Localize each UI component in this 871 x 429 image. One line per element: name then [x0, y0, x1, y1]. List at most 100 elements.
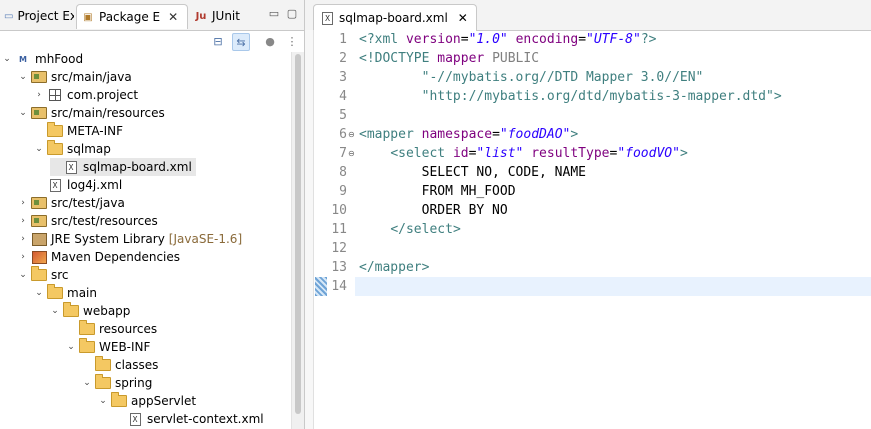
project-tree: ⌄ MmhFood ⌄ src/main/java › com.project ⌄ src/m…: [0, 50, 304, 429]
editor-tab-sqlmap-board[interactable]: X sqlmap-board.xml ✕: [313, 4, 477, 31]
tree-node-label: log4j.xml: [67, 178, 123, 192]
tree-scrollbar[interactable]: [291, 52, 304, 429]
tab-package-explorer[interactable]: ▣ Package E ✕: [76, 4, 188, 29]
focus-icon[interactable]: ●: [262, 33, 278, 49]
tree-node[interactable]: Xsqlmap-board.xml: [50, 158, 196, 176]
tree-node[interactable]: ⌄ main: [34, 284, 97, 302]
line-number: 5: [339, 108, 347, 123]
tree-node[interactable]: ⌄ src/main/resources: [18, 104, 165, 122]
source-folder-icon: [31, 70, 47, 84]
fold-toggle-icon[interactable]: ⊖: [348, 130, 355, 139]
chevron-down-icon[interactable]: ⌄: [98, 396, 108, 406]
tree-node[interactable]: ⌄ sqlmap: [34, 140, 111, 158]
tree-node[interactable]: › JRE System Library [JavaSE-1.6]: [18, 230, 242, 248]
collapse-all-icon[interactable]: ⊟: [210, 33, 226, 49]
chevron-right-icon[interactable]: ›: [34, 90, 44, 100]
chevron-down-icon[interactable]: ⌄: [18, 108, 28, 118]
line-number: 3: [339, 70, 347, 85]
folder-icon: [95, 374, 111, 390]
source-folder-icon: [31, 106, 47, 120]
tree-node[interactable]: resources: [66, 320, 157, 338]
tree-node[interactable]: › com.project: [34, 86, 138, 104]
source-folder-icon: [31, 214, 47, 228]
chevron-down-icon[interactable]: ⌄: [18, 72, 28, 82]
tree-node[interactable]: ⌄ MmhFood: [2, 50, 83, 68]
chevron-down-icon[interactable]: ⌄: [50, 306, 60, 316]
chevron-down-icon[interactable]: ⌄: [82, 378, 92, 388]
view-tab-bar: ▭ Project Ex ▣ Package E ✕ Ju JUnit ▭ ▢: [0, 0, 304, 31]
tree-node[interactable]: ⌄ webapp: [50, 302, 130, 320]
tab-label: Package E: [99, 10, 161, 24]
tree-node[interactable]: ⌄ appServlet: [98, 392, 196, 410]
tree-node[interactable]: › src/test/java: [18, 194, 125, 212]
chevron-down-icon[interactable]: ⌄: [66, 342, 76, 352]
tree-node[interactable]: ⌄ spring: [82, 374, 152, 392]
tab-project-explorer[interactable]: ▭ Project Ex: [0, 4, 74, 28]
library-icon: [31, 250, 47, 264]
editor-tab-bar: X sqlmap-board.xml ✕: [305, 0, 871, 31]
folder-icon: [31, 266, 47, 282]
xml-file-icon: X: [47, 178, 63, 192]
tree-node-label: classes: [115, 358, 159, 372]
tree-node[interactable]: › src/test/resources: [18, 212, 158, 230]
xml-file-icon: X: [127, 412, 143, 426]
tree-node-label: JRE System Library: [51, 232, 165, 246]
tree-node-label: src: [51, 268, 69, 282]
tree-node-decoration: [JavaSE-1.6]: [168, 232, 243, 246]
link-with-editor-icon[interactable]: ⇆: [232, 33, 250, 51]
code-line: <!DOCTYPE mapper PUBLIC: [359, 51, 540, 66]
chevron-down-icon[interactable]: ⌄: [34, 288, 44, 298]
tree-node-label: sqlmap-board.xml: [83, 160, 192, 174]
tree-node-label: com.project: [67, 88, 139, 102]
fold-toggle-icon[interactable]: ⊖: [348, 149, 355, 158]
folder-icon: [47, 122, 63, 138]
editor-ruler: [305, 30, 314, 429]
line-number: 11: [331, 222, 347, 237]
chevron-right-icon[interactable]: ›: [18, 198, 28, 208]
tab-junit[interactable]: Ju JUnit: [190, 4, 260, 28]
folder-icon: [47, 284, 63, 300]
code-line: SELECT NO, CODE, NAME: [359, 165, 586, 180]
maximize-icon[interactable]: ▢: [286, 8, 298, 20]
maven-project-icon: M: [19, 54, 27, 64]
line-number-gutter: 1 2 3 4 5 6 ⊖ 7 ⊖ 8 9 10 11 12 13 14: [315, 30, 360, 429]
chevron-right-icon[interactable]: ›: [18, 252, 28, 262]
close-icon[interactable]: ✕: [458, 11, 468, 25]
tree-node[interactable]: Xlog4j.xml: [34, 176, 122, 194]
tree-node[interactable]: ⌄ src/main/java: [18, 68, 132, 86]
chevron-down-icon[interactable]: ⌄: [18, 270, 28, 280]
chevron-right-icon[interactable]: ›: [18, 216, 28, 226]
tree-node[interactable]: META-INF: [34, 122, 123, 140]
tree-node[interactable]: Xservlet-context.xml: [114, 410, 264, 428]
tree-node[interactable]: classes: [82, 356, 158, 374]
code-line: </mapper>: [359, 260, 430, 275]
chevron-down-icon[interactable]: ⌄: [34, 144, 44, 154]
code-area[interactable]: <?xml version="1.0" encoding="UTF-8"?> <!…: [355, 30, 871, 429]
package-explorer-panel: ▭ Project Ex ▣ Package E ✕ Ju JUnit ▭ ▢ …: [0, 0, 305, 429]
code-line: "-//mybatis.org//DTD Mapper 3.0//EN": [421, 70, 704, 85]
xml-editor: X sqlmap-board.xml ✕ 1 2 3 4 5 6 ⊖ 7 ⊖ 8 9 10 11 12 13…: [305, 0, 871, 429]
line-number: 13: [331, 260, 347, 275]
tree-node[interactable]: ⌄ src: [18, 266, 69, 284]
minimize-icon[interactable]: ▭: [268, 8, 280, 20]
chevron-right-icon[interactable]: ›: [18, 234, 28, 244]
tree-node-label: src/test/java: [51, 196, 125, 210]
tree-node-label: WEB-INF: [99, 340, 151, 354]
source-folder-icon: [31, 196, 47, 210]
tree-node[interactable]: › Maven Dependencies: [18, 248, 180, 266]
folder-icon: [47, 140, 63, 156]
xml-file-icon: X: [322, 11, 333, 25]
code-line: ORDER BY NO: [359, 203, 508, 218]
scrollbar-thumb[interactable]: [295, 54, 301, 414]
chevron-down-icon[interactable]: ⌄: [2, 54, 12, 64]
current-line-highlight: [355, 277, 871, 296]
code-line: FROM MH_FOOD: [359, 184, 516, 199]
code-line: <select id="list" resultType="foodVO">: [390, 146, 688, 161]
tree-node-label: resources: [99, 322, 158, 336]
close-icon[interactable]: ✕: [168, 10, 178, 24]
view-menu-icon[interactable]: ⋮: [284, 33, 300, 49]
tree-node-label: appServlet: [131, 394, 197, 408]
tree-node[interactable]: ⌄ WEB-INF: [66, 338, 150, 356]
